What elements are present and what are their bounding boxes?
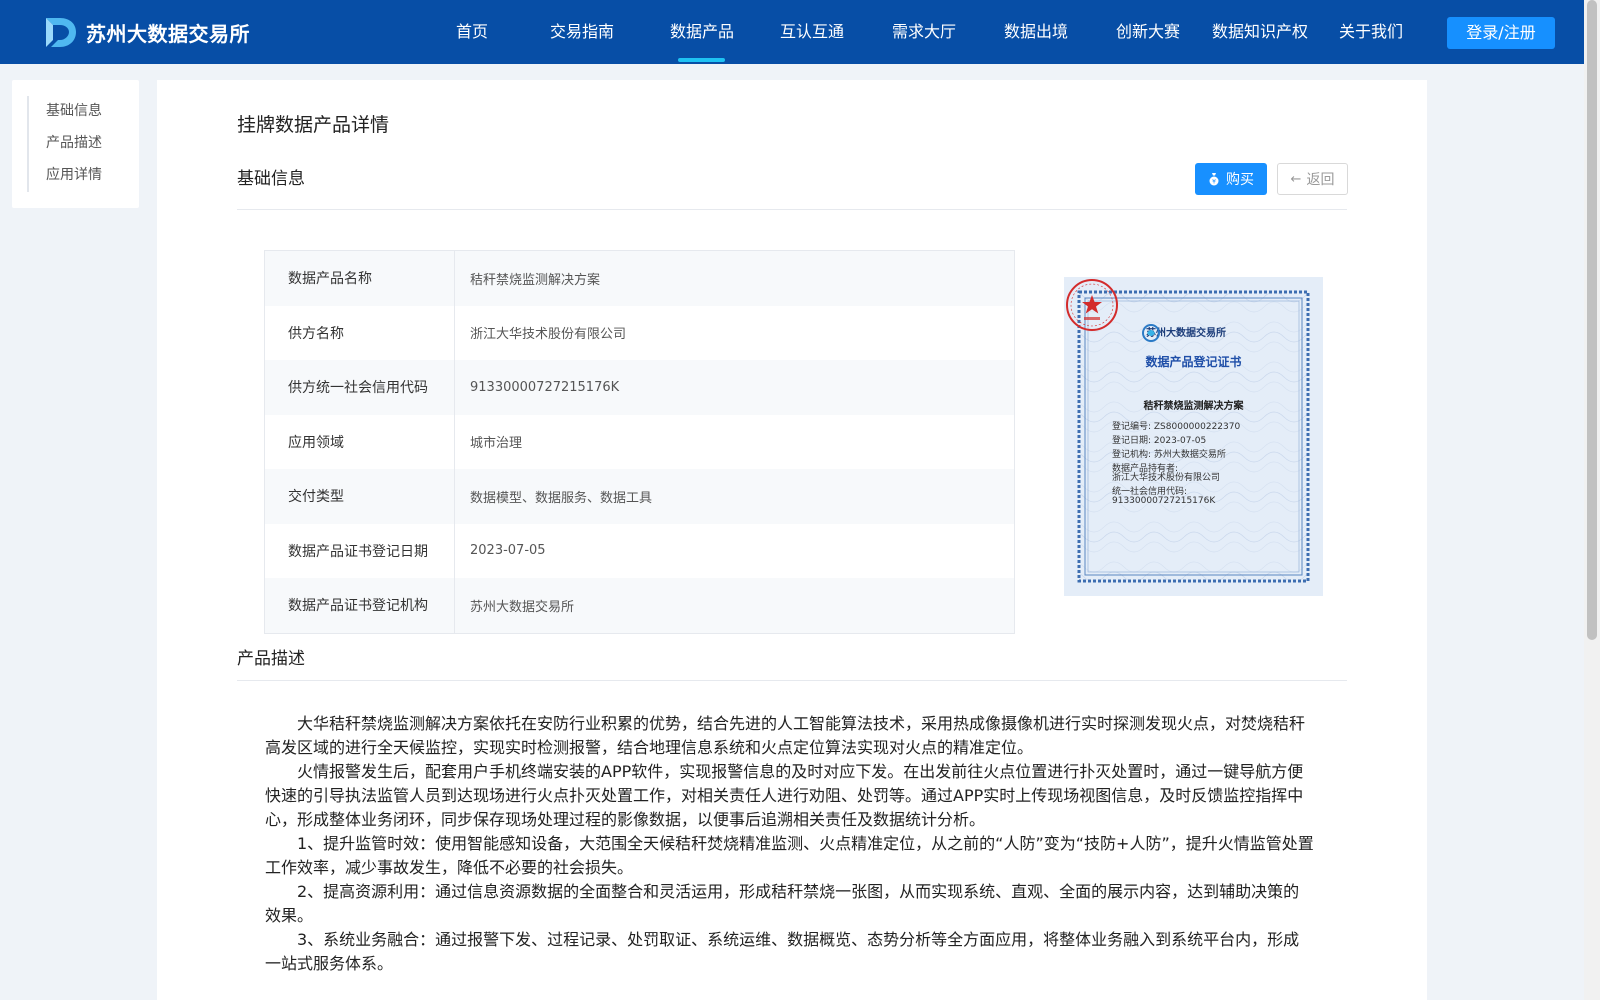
table-row: 交付类型 数据模型、数据服务、数据工具 (265, 469, 1014, 524)
row-label: 供方统一社会信用代码 (265, 360, 455, 415)
table-row: 应用领域 城市治理 (265, 414, 1014, 469)
nav-mutual-recognition[interactable]: 互认互通 (780, 0, 844, 64)
section-divider (237, 680, 1347, 681)
description-paragraph: 火情报警发生后，配套用户手机终端安装的APP软件，实现报警信息的及时对应下发。在… (265, 762, 1304, 829)
row-value: 91330000727215176K (470, 379, 620, 395)
description-paragraph: 3、系统业务融合：通过报警下发、过程记录、处罚取证、系统运维、数据概览、态势分析… (265, 930, 1300, 973)
row-value: 城市治理 (470, 436, 523, 452)
table-row: 数据产品证书登记日期 2023-07-05 (265, 523, 1014, 578)
certificate-field: 91330000727215176K (1112, 496, 1216, 506)
certificate-issuer-logo: 苏州大数据交易所 (1142, 324, 1226, 342)
nav-innovation-contest[interactable]: 创新大赛 (1116, 0, 1180, 64)
nav-about-us[interactable]: 关于我们 (1339, 0, 1403, 64)
section-sidenav: 基础信息 产品描述 应用详情 (12, 80, 139, 208)
nav-data-ip[interactable]: 数据知识产权 (1212, 0, 1308, 64)
nav-demand-hall[interactable]: 需求大厅 (892, 0, 956, 64)
basic-info-title: 基础信息 (237, 169, 305, 189)
back-button[interactable]: ← 返回 (1277, 163, 1348, 195)
sidenav-track (27, 96, 29, 192)
sidenav-item-app-details[interactable]: 应用详情 (46, 164, 102, 184)
table-row: 数据产品证书登记机构 苏州大数据交易所 (265, 578, 1014, 633)
description-paragraph: 2、提高资源利用：通过信息资源数据的全面整合和灵活运用，形成秸秆禁烧一张图，从而… (265, 882, 1300, 925)
basic-info-table: 数据产品名称 秸秆禁烧监测解决方案 供方名称 浙江大华技术股份有限公司 供方统一… (264, 250, 1015, 634)
top-header: 苏州大数据交易所 首页 交易指南 数据产品 互认互通 需求大厅 数据出境 创新大… (0, 0, 1584, 64)
svg-text:¥: ¥ (1212, 179, 1216, 186)
red-seal-stamp (1066, 279, 1118, 331)
buy-button[interactable]: ¥ 购买 (1195, 163, 1267, 195)
description-paragraph: 大华秸秆禁烧监测解决方案依托在安防行业积累的优势，结合先进的人工智能算法技术，采… (265, 714, 1306, 757)
table-row: 供方名称 浙江大华技术股份有限公司 (265, 305, 1014, 360)
table-row: 供方统一社会信用代码 91330000727215176K (265, 360, 1014, 415)
row-value: 苏州大数据交易所 (470, 599, 575, 615)
page-title: 挂牌数据产品详情 (237, 114, 390, 136)
exchange-logo-icon (1142, 324, 1160, 342)
brand-logo-icon (46, 18, 76, 47)
brand-logo[interactable]: 苏州大数据交易所 (42, 14, 250, 50)
brand-name: 苏州大数据交易所 (86, 21, 250, 46)
certificate-title: 数据产品登记证书 (1145, 355, 1242, 369)
nav-data-export[interactable]: 数据出境 (1004, 0, 1068, 64)
row-value: 数据模型、数据服务、数据工具 (470, 490, 653, 506)
certificate-field: 浙江大华技术股份有限公司 (1112, 473, 1221, 483)
nav-data-products[interactable]: 数据产品 (670, 0, 734, 64)
row-label: 数据产品证书登记日期 (265, 523, 455, 578)
back-button-label: 返回 (1306, 172, 1335, 188)
nav-active-indicator (678, 58, 725, 62)
buy-button-label: 购买 (1226, 172, 1254, 188)
nav-home[interactable]: 首页 (456, 0, 488, 64)
row-label: 数据产品名称 (265, 251, 455, 306)
main-content: 挂牌数据产品详情 基础信息 ¥ 购买 ← 返回 数据产品名称 秸秆禁烧监测解决方… (157, 80, 1427, 1000)
login-register-button[interactable]: 登录/注册 (1447, 17, 1555, 49)
row-value: 秸秆禁烧监测解决方案 (470, 272, 601, 288)
row-value: 浙江大华技术股份有限公司 (470, 327, 627, 343)
scrollbar-thumb[interactable] (1587, 0, 1597, 640)
certificate-field: 登记编号: ZS8000000222370 (1112, 422, 1241, 432)
sidenav-item-basic-info[interactable]: 基础信息 (46, 100, 102, 120)
section-divider (237, 209, 1347, 210)
arrow-left-icon: ← (1290, 171, 1302, 187)
row-label: 供方名称 (265, 305, 455, 360)
row-label: 交付类型 (265, 469, 455, 524)
money-bag-icon: ¥ (1209, 173, 1219, 186)
certificate-image[interactable]: 苏州大数据交易所 数据产品登记证书 秸秆禁烧监测解决方案 登记编号: ZS800… (1064, 277, 1323, 596)
sidenav-item-product-desc[interactable]: 产品描述 (46, 132, 102, 152)
table-row: 数据产品名称 秸秆禁烧监测解决方案 (265, 251, 1014, 306)
row-value: 2023-07-05 (470, 543, 546, 559)
product-description: 大华秸秆禁烧监测解决方案依托在安防行业积累的优势，结合先进的人工智能算法技术，采… (265, 712, 1315, 976)
certificate-field: 登记日期: 2023-07-05 (1112, 436, 1207, 446)
row-label: 数据产品证书登记机构 (265, 578, 455, 633)
nav-trade-guide[interactable]: 交易指南 (550, 0, 614, 64)
page-scrollbar[interactable] (1584, 0, 1600, 1000)
row-label: 应用领域 (265, 414, 455, 469)
description-paragraph: 1、提升监管时效：使用智能感知设备，大范围全天候秸秆焚烧精准监测、火点精准定位，… (265, 834, 1314, 877)
certificate-product-name: 秸秆禁烧监测解决方案 (1143, 401, 1244, 412)
product-desc-title: 产品描述 (237, 649, 305, 669)
certificate-field: 登记机构: 苏州大数据交易所 (1112, 450, 1226, 460)
